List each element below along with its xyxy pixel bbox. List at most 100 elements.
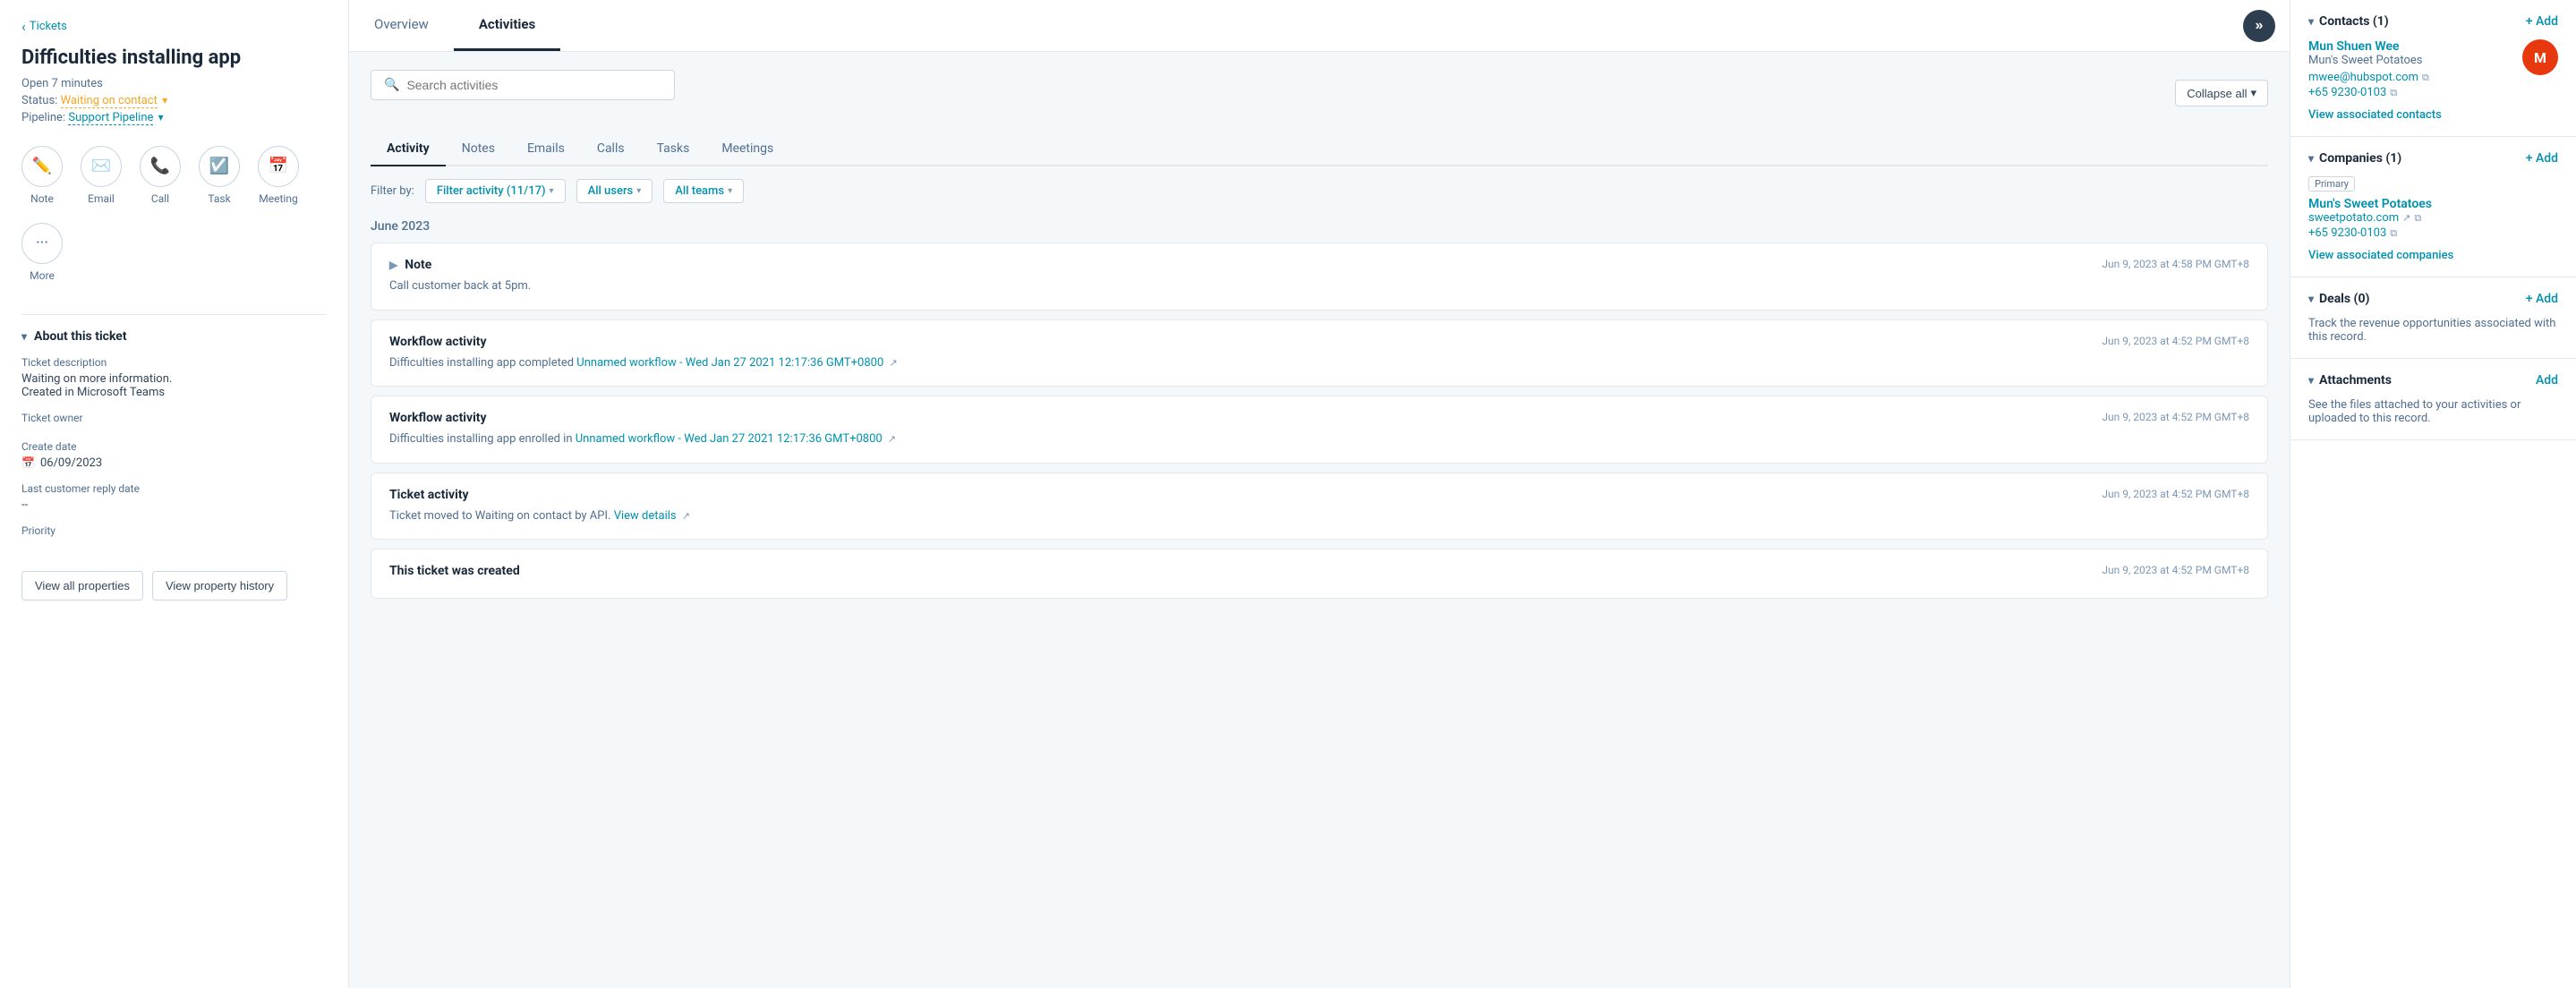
tab-activities[interactable]: Activities (454, 0, 560, 51)
email-copy-icon[interactable]: ⧉ (2422, 72, 2429, 84)
note-icon: ✏️ (21, 146, 63, 187)
ticket-activity-time: Jun 9, 2023 at 4:52 PM GMT+8 (2102, 488, 2249, 500)
note-expand-arrow[interactable]: ▶ (389, 259, 397, 271)
company-card: Primary Mun's Sweet Potatoes sweetpotato… (2308, 176, 2558, 240)
activity-card-workflow-1: Workflow activity Jun 9, 2023 at 4:52 PM… (371, 319, 2268, 388)
filter-activity-label: Filter activity (11/17) (437, 184, 546, 198)
company-url-external-icon[interactable]: ↗ (2402, 212, 2410, 224)
status-value[interactable]: Waiting on contact (61, 94, 158, 108)
call-action-btn[interactable]: 📞 Call (140, 146, 181, 205)
meeting-action-btn[interactable]: 📅 Meeting (258, 146, 299, 205)
view-all-properties-button[interactable]: View all properties (21, 571, 143, 600)
company-phone-copy-icon[interactable]: ⧉ (2390, 227, 2397, 240)
bottom-buttons: View all properties View property histor… (21, 571, 327, 600)
company-phone[interactable]: +65 9230-0103 ⧉ (2308, 226, 2558, 240)
deals-chevron[interactable]: ▾ (2308, 293, 2314, 305)
attachments-title: ▾ Attachments (2308, 373, 2392, 388)
company-url[interactable]: sweetpotato.com ↗ ⧉ (2308, 211, 2558, 225)
status-dropdown-icon[interactable]: ▾ (162, 94, 167, 106)
view-associated-contacts-link[interactable]: View associated contacts (2308, 108, 2558, 122)
phone-copy-icon[interactable]: ⧉ (2390, 87, 2397, 99)
filter-teams-chip[interactable]: All teams ▾ (663, 179, 744, 203)
activity-card-created: This ticket was created Jun 9, 2023 at 4… (371, 549, 2268, 599)
about-section-header[interactable]: ▾ About this ticket (21, 329, 327, 344)
activity-tab-calls[interactable]: Calls (581, 132, 641, 166)
call-icon: 📞 (140, 146, 181, 187)
filter-by-label: Filter by: (371, 184, 414, 198)
filter-teams-label: All teams (675, 184, 724, 198)
activity-tab-activity[interactable]: Activity (371, 132, 446, 166)
companies-add-link[interactable]: + Add (2526, 151, 2558, 166)
email-action-btn[interactable]: ✉️ Email (81, 146, 122, 205)
month-header: June 2023 (371, 219, 2268, 234)
email-label: Email (88, 192, 115, 205)
companies-section-header: ▾ Companies (1) + Add (2308, 151, 2558, 166)
created-type: This ticket was created (389, 564, 520, 578)
created-card-header: This ticket was created Jun 9, 2023 at 4… (389, 564, 2249, 578)
primary-badge: Primary (2308, 176, 2355, 192)
collapse-all-button[interactable]: Collapse all ▾ (2175, 80, 2268, 106)
companies-chevron[interactable]: ▾ (2308, 152, 2314, 165)
workflow1-external-icon: ↗ (889, 357, 897, 369)
contact-phone[interactable]: +65 9230-0103 ⧉ (2308, 86, 2512, 99)
note-time: Jun 9, 2023 at 4:58 PM GMT+8 (2102, 258, 2249, 270)
more-icon: ··· (21, 223, 63, 264)
activity-card-note: ▶ Note Jun 9, 2023 at 4:58 PM GMT+8 Call… (371, 243, 2268, 311)
activity-tab-notes[interactable]: Notes (446, 132, 511, 166)
deals-section: ▾ Deals (0) + Add Track the revenue oppo… (2290, 277, 2576, 359)
workflow2-body: Difficulties installing app enrolled in … (389, 430, 2249, 448)
view-associated-companies-link[interactable]: View associated companies (2308, 249, 2558, 262)
view-property-history-button[interactable]: View property history (152, 571, 287, 600)
last-reply-value: -- (21, 498, 327, 512)
tab-overview[interactable]: Overview (349, 0, 454, 51)
attachments-description: See the files attached to your activitie… (2308, 398, 2558, 425)
activity-tab-meetings[interactable]: Meetings (705, 132, 789, 166)
filter-users-chip[interactable]: All users ▾ (576, 179, 653, 203)
workflow2-link[interactable]: Unnamed workflow - Wed Jan 27 2021 12:17… (576, 432, 883, 446)
activity-tab-emails[interactable]: Emails (511, 132, 581, 166)
workflow1-link[interactable]: Unnamed workflow - Wed Jan 27 2021 12:17… (576, 356, 883, 370)
search-bar[interactable]: 🔍 (371, 70, 675, 100)
filter-activity-chip[interactable]: Filter activity (11/17) ▾ (425, 179, 566, 203)
search-activities-input[interactable] (406, 78, 661, 92)
task-action-btn[interactable]: ☑️ Task (199, 146, 240, 205)
task-label: Task (208, 192, 230, 205)
activity-tab-tasks[interactable]: Tasks (641, 132, 706, 166)
activity-card-ticket: Ticket activity Jun 9, 2023 at 4:52 PM G… (371, 473, 2268, 541)
ticket-description-label: Ticket description (21, 356, 327, 369)
ticket-owner-label: Ticket owner (21, 412, 327, 424)
back-link[interactable]: Tickets (21, 18, 327, 35)
collapse-all-label: Collapse all (2187, 87, 2247, 100)
task-icon: ☑️ (199, 146, 240, 187)
meeting-icon: 📅 (258, 146, 299, 187)
attachments-add-link[interactable]: Add (2536, 373, 2558, 388)
workflow1-card-header: Workflow activity Jun 9, 2023 at 4:52 PM… (389, 335, 2249, 349)
company-name[interactable]: Mun's Sweet Potatoes (2308, 197, 2558, 211)
expand-panel-button[interactable]: » (2243, 10, 2275, 42)
contacts-add-link[interactable]: + Add (2526, 14, 2558, 29)
contacts-section: ▾ Contacts (1) + Add Mun Shuen Wee Mun's… (2290, 0, 2576, 137)
companies-title: ▾ Companies (1) (2308, 151, 2401, 166)
note-action-btn[interactable]: ✏️ Note (21, 146, 63, 205)
pipeline-value[interactable]: Support Pipeline (68, 111, 153, 125)
filter-teams-caret: ▾ (728, 186, 732, 196)
workflow2-time: Jun 9, 2023 at 4:52 PM GMT+8 (2102, 411, 2249, 423)
ticket-activity-body: Ticket moved to Waiting on contact by AP… (389, 507, 2249, 525)
contact-card: Mun Shuen Wee Mun's Sweet Potatoes mwee@… (2308, 39, 2558, 99)
ticket-activity-link[interactable]: View details (614, 509, 677, 523)
create-date-group: Create date 06/09/2023 (21, 440, 327, 470)
company-url-copy-icon[interactable]: ⧉ (2414, 212, 2421, 225)
activities-content: 🔍 Collapse all ▾ Activity Notes Emails C… (349, 52, 2290, 988)
deals-add-link[interactable]: + Add (2526, 292, 2558, 306)
more-action-btn[interactable]: ··· More (21, 223, 63, 282)
pipeline-dropdown-icon[interactable]: ▾ (158, 111, 164, 124)
about-chevron: ▾ (21, 330, 27, 343)
attachments-section: ▾ Attachments Add See the files attached… (2290, 359, 2576, 440)
note-label: Note (30, 192, 54, 205)
priority-label: Priority (21, 524, 327, 537)
attachments-chevron[interactable]: ▾ (2308, 374, 2314, 387)
contact-name[interactable]: Mun Shuen Wee (2308, 39, 2512, 54)
activity-card-workflow-2: Workflow activity Jun 9, 2023 at 4:52 PM… (371, 396, 2268, 464)
contact-email[interactable]: mwee@hubspot.com ⧉ (2308, 71, 2512, 84)
contacts-chevron[interactable]: ▾ (2308, 15, 2314, 28)
